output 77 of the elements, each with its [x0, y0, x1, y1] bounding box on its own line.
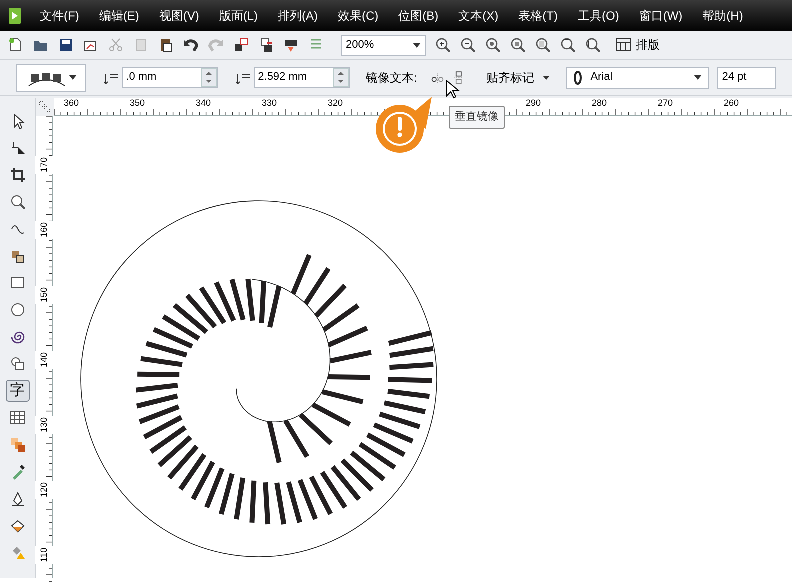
table-grid-icon [10, 410, 26, 426]
export-icon[interactable] [233, 37, 249, 53]
basic-shapes-icon [10, 356, 26, 372]
snap-marks-button[interactable]: 贴齐标记 [486, 68, 550, 86]
dropdown-arrow-icon [413, 42, 421, 48]
ruler-label: 260 [724, 99, 740, 108]
ruler-label: 290 [526, 99, 542, 108]
dropdown-arrow-icon [694, 75, 702, 80]
new-document-icon[interactable] [8, 37, 24, 53]
mirror-vertical-icon[interactable] [452, 70, 465, 86]
ruler-label: 320 [328, 99, 344, 108]
menu-item[interactable]: 编辑(E) [99, 6, 140, 24]
horizontal-offset-icon [236, 72, 250, 84]
ruler-label: 130 [35, 416, 53, 434]
ruler-label: 120 [35, 481, 53, 499]
ruler-origin-icon[interactable] [37, 99, 53, 115]
menu-item[interactable]: 文件(F) [40, 6, 80, 24]
zoom-selected-icon[interactable] [510, 37, 526, 53]
text-path-style-dropdown[interactable] [16, 64, 86, 92]
blend-icon [10, 437, 26, 453]
dropdown-arrow-icon [542, 76, 550, 80]
menu-item[interactable]: 位图(B) [398, 6, 439, 24]
spiral-icon [10, 329, 26, 345]
menu-item[interactable]: 效果(C) [338, 6, 379, 24]
font-type-icon [572, 70, 583, 84]
font-dropdown[interactable]: Arial [566, 66, 710, 88]
menu-item[interactable]: 窗口(W) [639, 6, 683, 24]
dropdown-arrow-icon [69, 75, 78, 80]
ruler-label: 140 [35, 351, 53, 369]
ruler-label: 280 [592, 99, 608, 108]
spinner-arrows-icon[interactable] [333, 68, 350, 87]
ruler-label: 350 [130, 99, 146, 108]
font-size-field[interactable]: 24 pt [717, 66, 776, 88]
menu-item[interactable]: 版面(L) [219, 6, 258, 24]
menu-item[interactable]: 文本(X) [458, 6, 499, 24]
rectangle-icon [10, 275, 26, 291]
undo-icon[interactable] [183, 37, 199, 53]
save-icon[interactable] [58, 37, 74, 53]
tooltip: 垂直镜像 [449, 106, 505, 128]
ruler-label: 330 [262, 99, 278, 108]
zoom-in-icon[interactable] [435, 37, 451, 53]
zoom-icon [10, 194, 26, 210]
spinner-arrows-icon[interactable] [201, 68, 218, 87]
text-tool-button[interactable]: 字 [6, 380, 30, 402]
zoom-level-dropdown[interactable]: 200% [341, 34, 426, 56]
smart-fill-icon [10, 248, 26, 264]
pen-nib-icon [10, 491, 26, 507]
ruler-label: 160 [35, 221, 53, 239]
vertical-offset-field[interactable]: .0 mm [122, 67, 218, 88]
node-edit-icon [10, 140, 26, 156]
crop-icon [10, 167, 26, 183]
layout-button[interactable]: 排版 [616, 36, 660, 54]
menu-item[interactable]: 帮助(H) [702, 6, 744, 24]
zoom-width-icon[interactable] [560, 37, 576, 53]
menu-item[interactable]: 排列(A) [278, 6, 318, 24]
ruler-label: 340 [196, 99, 212, 108]
ellipse-icon [10, 302, 26, 318]
ruler-label: 360 [64, 99, 80, 108]
publish-icon[interactable] [283, 37, 299, 53]
zoom-page-icon[interactable] [535, 37, 551, 53]
zoom-height-icon[interactable] [585, 37, 601, 53]
menu-item[interactable]: 视图(V) [159, 6, 200, 24]
menu-item[interactable]: 表格(T) [518, 6, 558, 24]
vertical-offset-icon [104, 72, 118, 84]
ruler-label: 170 [35, 156, 53, 174]
ruler-label: 150 [35, 286, 53, 304]
zoom-out-icon[interactable] [460, 37, 476, 53]
layout-icon [616, 38, 632, 52]
mirror-text-label: 镜像文本: [366, 70, 418, 86]
app-logo-icon [8, 6, 22, 24]
zoom-fit-icon[interactable] [485, 37, 501, 53]
menu-item[interactable]: 工具(O) [578, 6, 620, 24]
paint-bucket-icon [10, 518, 26, 534]
paste-icon[interactable] [158, 37, 174, 53]
horizontal-offset-field[interactable]: 2.592 mm [254, 67, 350, 88]
ruler-label: 270 [658, 99, 674, 108]
ruler-label: 110 [35, 546, 53, 564]
